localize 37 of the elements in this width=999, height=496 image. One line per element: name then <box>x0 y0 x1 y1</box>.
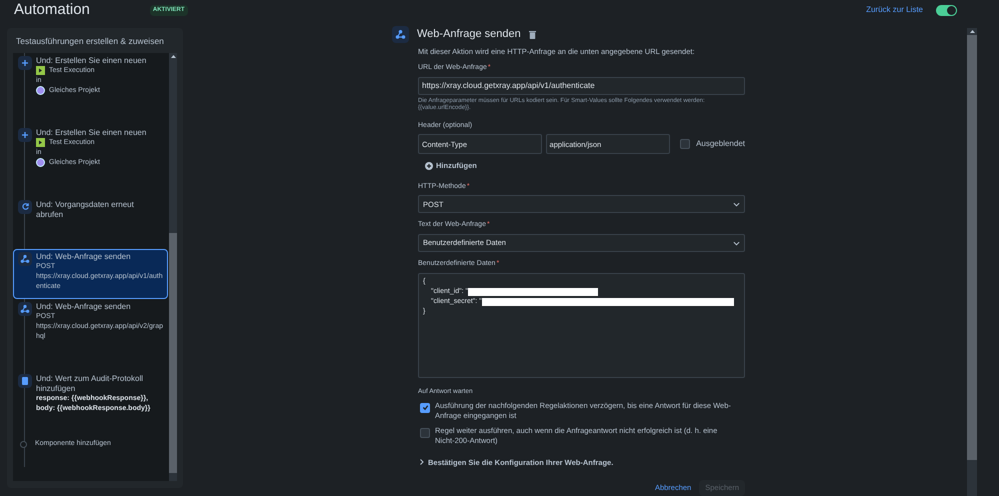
project-icon <box>36 158 45 168</box>
webhook-icon <box>18 302 32 316</box>
step-title: Und: Erstellen Sie einen neuen <box>36 128 146 138</box>
trash-icon[interactable] <box>528 30 536 39</box>
rule-step[interactable]: Und: Vorgangsdaten erneut abrufen <box>13 196 168 249</box>
toggle-switch[interactable] <box>936 4 957 16</box>
checkbox[interactable] <box>680 139 690 150</box>
back-link[interactable]: Zurück zur Liste <box>866 4 923 16</box>
webhook-icon <box>392 26 409 43</box>
chevron-down-icon <box>733 202 740 207</box>
checkbox[interactable] <box>420 428 430 438</box>
sidebar-title: Testausführungen erstellen & zuweisen <box>15 35 165 48</box>
step-title: Und: Web-Anfrage senden <box>36 252 132 262</box>
chevron-down-icon <box>733 240 740 246</box>
form-title: Web-Anfrage senden <box>417 27 521 42</box>
step-title: Und: Erstellen Sie einen neuen <box>36 56 146 66</box>
scrollbar[interactable] <box>967 28 977 496</box>
step-title: Und: Web-Anfrage senden <box>36 302 132 312</box>
test-execution-icon <box>36 66 45 76</box>
refresh-icon <box>18 200 32 214</box>
plus-icon <box>18 56 32 70</box>
plus-circle-icon <box>425 162 433 170</box>
hidden-label: Ausgeblendet <box>696 138 745 150</box>
test-execution-icon <box>36 138 45 148</box>
document-icon <box>18 374 32 388</box>
url-field[interactable]: https://xray.cloud.getxray.app/api/v1/authenticate <box>418 76 745 95</box>
scroll-up-icon[interactable] <box>970 30 974 33</box>
step-title: Und: Vorgangsdaten erneut abrufen <box>36 200 135 220</box>
chevron-right-icon <box>420 459 424 466</box>
webhook-icon <box>18 252 32 266</box>
step-title: Und: Wert zum Audit-Protokoll hinzufügen <box>36 374 144 394</box>
project-icon <box>36 86 45 96</box>
page-title: Automation <box>14 0 90 20</box>
checkbox[interactable] <box>420 402 430 413</box>
plus-icon <box>18 128 32 142</box>
scroll-up-icon[interactable] <box>170 54 176 58</box>
scrollbar[interactable] <box>169 52 177 481</box>
